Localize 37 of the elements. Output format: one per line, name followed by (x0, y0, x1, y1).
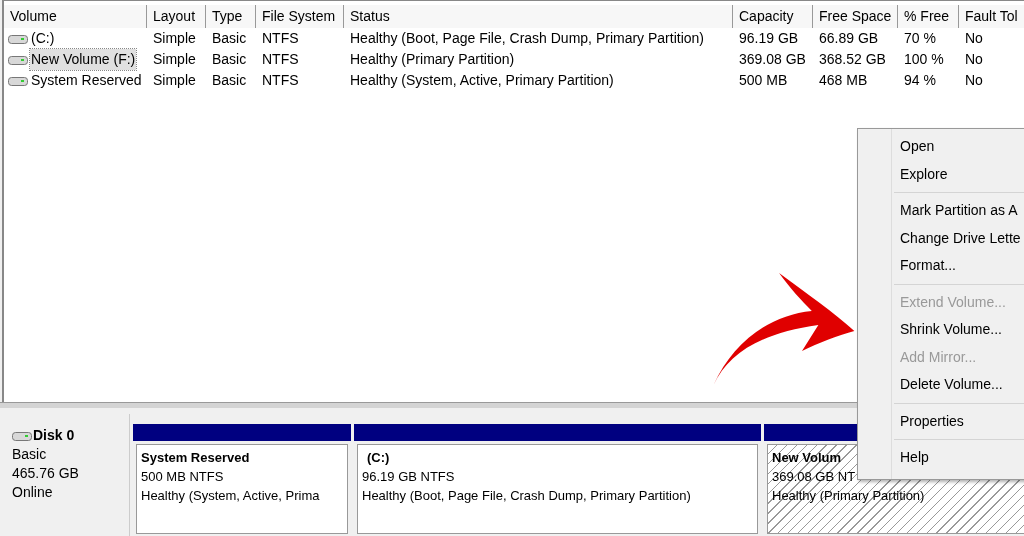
table-cell: 94 % (904, 72, 936, 88)
disk-status: Online (12, 483, 54, 502)
table-cell: Basic (212, 30, 247, 46)
table-cell: NTFS (262, 51, 299, 67)
table-cell: Simple (153, 51, 196, 67)
partition-status: Healthy (Primary Partition) (772, 487, 925, 505)
partition-status: Healthy (Boot, Page File, Crash Dump, Primary Partition) (362, 487, 691, 505)
table-cell: 100 % (904, 51, 944, 67)
table-cell: 96.19 GB (739, 30, 799, 46)
table-cell: Healthy (Boot, Page File, Crash Dump, Primary Partition) (350, 30, 704, 46)
table-cell: Basic (212, 51, 247, 67)
partition-name: (C:) (366, 449, 390, 467)
partition-name: New Volum (772, 449, 842, 467)
table-cell: Healthy (Primary Partition) (350, 51, 515, 67)
table-cell: Basic (212, 72, 247, 88)
table-cell: 70 % (904, 30, 936, 46)
table-cell: No (965, 72, 983, 88)
partition-size: 96.19 GB NTFS (362, 468, 455, 486)
table-cell: 368.52 GB (819, 51, 886, 67)
disk-name: Disk 0 (33, 426, 75, 445)
table-cell: NTFS (262, 72, 299, 88)
table-cell: Simple (153, 30, 196, 46)
table-cell: 500 MB (739, 72, 788, 88)
table-cell: Simple (153, 72, 196, 88)
disk-size: 465.76 GB (12, 464, 80, 483)
table-cell: 468 MB (819, 72, 868, 88)
table-cell: NTFS (262, 30, 299, 46)
table-cell: 369.08 GB (739, 51, 806, 67)
table-cell: 66.89 GB (819, 30, 879, 46)
table-cell: No (965, 30, 983, 46)
table-cell: Healthy (System, Active, Primary Partition) (350, 72, 614, 88)
disk-type: Basic (12, 445, 48, 464)
partition-name: System Reserved (141, 449, 250, 467)
table-cell: No (965, 51, 983, 67)
partition-size: 500 MB NTFS (141, 468, 224, 486)
partition-status: Healthy (System, Active, Prima (141, 487, 320, 505)
partition-size: 369.08 GB NT (772, 468, 856, 486)
